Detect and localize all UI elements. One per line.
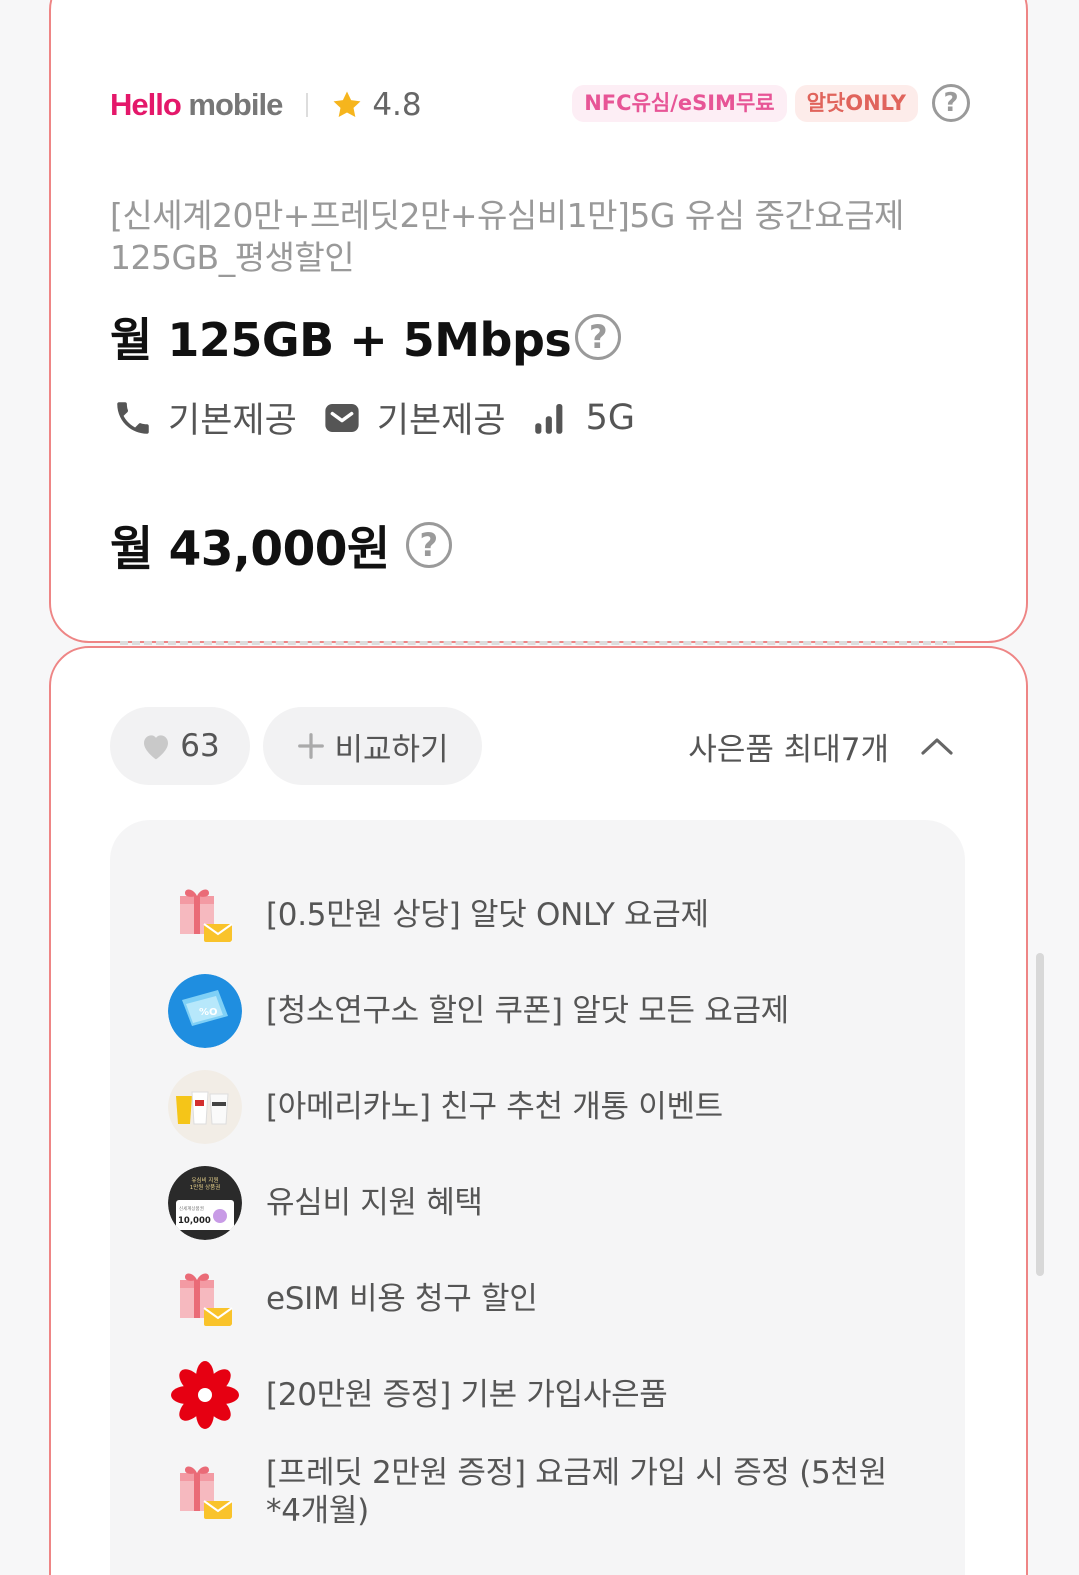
gifts-toggle[interactable]: 사은품 최대7개 xyxy=(688,707,955,785)
data-allowance: 월 125GB + 5Mbps xyxy=(110,313,572,367)
gift-item[interactable]: [20만원 증정] 기본 가입사은품 xyxy=(168,1358,916,1432)
gift-item[interactable]: [아메리카노] 친구 추천 개통 이벤트 xyxy=(168,1070,916,1144)
svg-text:%O: %O xyxy=(199,1007,218,1018)
gift-item[interactable]: [프레딧 2만원 증정] 요금제 가입 시 증정 (5천원*4개월) xyxy=(168,1454,916,1530)
sms-value: 기본제공 xyxy=(376,401,506,441)
star-icon xyxy=(333,91,361,118)
rating-value: 4.8 xyxy=(372,87,422,123)
brand-separator xyxy=(306,93,309,117)
scrollbar[interactable] xyxy=(1036,953,1044,1276)
gifts-toggle-label: 사은품 최대7개 xyxy=(688,731,889,768)
data-allowance-row: 월 125GB + 5Mbps ? xyxy=(110,304,622,370)
gift-item[interactable]: [0.5만원 상당] 알닷 ONLY 요금제 xyxy=(168,878,916,952)
chevron-up-icon xyxy=(921,738,953,755)
monthly-price: 월 43,000원 xyxy=(110,522,390,577)
gift-list-panel: [0.5만원 상당] 알닷 ONLY 요금제 %O [청소연구소 할인 쿠폰] … xyxy=(110,820,965,1575)
voice-value: 기본제공 xyxy=(168,401,297,441)
svg-text:1만원 상품권: 1만원 상품권 xyxy=(190,1183,221,1191)
svg-text:신세계상품권: 신세계상품권 xyxy=(179,1205,204,1212)
like-button[interactable]: 63 xyxy=(110,707,250,785)
aldot-only-badge: 알닷ONLY xyxy=(794,84,918,122)
feature-row: 기본제공 기본제공 5G xyxy=(112,392,659,443)
plan-name: [신세계20만+프레딧2만+유심비1만]5G 유심 중간요금제 125GB_평생… xyxy=(110,196,904,277)
plus-icon xyxy=(298,733,325,759)
gift-item[interactable]: eSIM 비용 청구 할인 xyxy=(168,1262,916,1336)
gift-label: [0.5만원 상당] 알닷 ONLY 요금제 xyxy=(266,897,709,933)
data-help-icon[interactable]: ? xyxy=(575,314,622,360)
page: Hello mobile 4.8 NFC유심/eSIM무료 알닷ONLY ? [… xyxy=(0,0,1079,1575)
hello-mobile-logo: Hello mobile xyxy=(110,87,283,123)
phone-icon xyxy=(117,401,149,434)
gift-label: 유심비 지원 혜택 xyxy=(266,1185,483,1221)
action-row: 63 비교하기 사은품 최대7개 xyxy=(110,707,955,785)
svg-text:유심비 지원: 유심비 지원 xyxy=(191,1176,218,1184)
help-icon[interactable]: ? xyxy=(932,84,970,122)
message-icon xyxy=(325,403,359,432)
gift-box-icon xyxy=(180,1273,233,1326)
brand-row: Hello mobile 4.8 NFC유심/eSIM무료 알닷ONLY ? xyxy=(110,84,970,126)
badge-group: NFC유심/eSIM무료 알닷ONLY ? xyxy=(572,84,970,122)
signal-icon xyxy=(534,403,562,434)
price-help-icon[interactable]: ? xyxy=(405,521,452,568)
card-divider xyxy=(120,641,955,645)
gift-label: [청소연구소 할인 쿠폰] 알닷 모든 요금제 xyxy=(266,993,789,1029)
gift-label: eSIM 비용 청구 할인 xyxy=(266,1281,538,1317)
like-count: 63 xyxy=(180,728,220,764)
gift-box-icon xyxy=(180,889,233,942)
logo-mobile-text: mobile xyxy=(188,87,283,122)
gift-label: [아메리카노] 친구 추천 개통 이벤트 xyxy=(266,1089,723,1125)
price-row: 월 43,000원 ? xyxy=(110,510,452,579)
gift-label: [프레딧 2만원 증정] 요금제 가입 시 증정 (5천원*4개월) xyxy=(266,1455,887,1529)
coffee-cups-icon xyxy=(168,1070,242,1144)
heart-icon xyxy=(144,735,169,760)
gift-item[interactable]: %O [청소연구소 할인 쿠폰] 알닷 모든 요금제 xyxy=(168,974,916,1048)
compare-button[interactable]: 비교하기 xyxy=(263,707,482,785)
nfc-esim-badge: NFC유심/eSIM무료 xyxy=(572,84,787,122)
network-value: 5G xyxy=(585,397,636,438)
gift-item[interactable]: 유심비 지원 1만원 상품권 신세계상품권 10,000 유심비 지원 혜택 xyxy=(168,1166,916,1240)
gift-box-icon xyxy=(180,1466,233,1519)
gift-label: [20만원 증정] 기본 가입사은품 xyxy=(266,1377,668,1413)
compare-label: 비교하기 xyxy=(334,731,449,768)
usim-card-icon: 유심비 지원 1만원 상품권 신세계상품권 10,000 xyxy=(168,1166,242,1240)
logo-hello-text: Hello xyxy=(110,87,182,122)
svg-text:10,000: 10,000 xyxy=(178,1216,211,1226)
coupon-icon: %O xyxy=(168,974,242,1048)
shinsegae-logo-icon xyxy=(171,1361,239,1429)
